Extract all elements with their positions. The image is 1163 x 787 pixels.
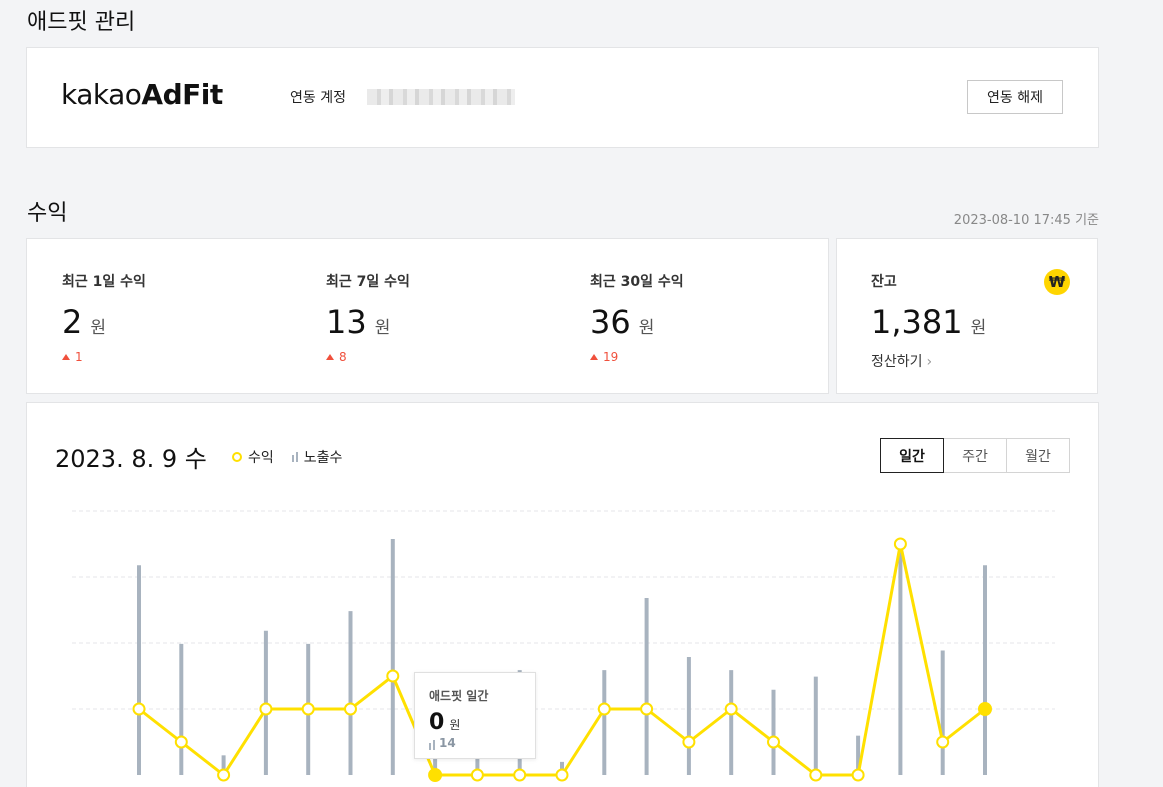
revenue-summary-card: 최근 1일 수익 2원 1 최근 7일 수익 13 원 8 최근 30일 수익 3… — [26, 238, 829, 394]
settle-link[interactable]: 정산하기 › — [871, 351, 986, 371]
page-title: 애드핏 관리 — [27, 10, 136, 35]
stat-delta: 1 — [75, 350, 83, 364]
revenue-point — [767, 735, 780, 749]
period-tabs: 일간 주간 월간 — [880, 438, 1070, 473]
settle-link-label: 정산하기 — [871, 354, 923, 370]
stat-label: 최근 7일 수익 — [326, 274, 410, 290]
up-arrow-icon — [326, 354, 334, 360]
revenue-point — [174, 735, 188, 749]
stat-delta: 19 — [603, 350, 619, 364]
revenue-point — [640, 702, 654, 716]
revenue-point — [555, 768, 569, 782]
balance-unit: 원 — [970, 318, 987, 338]
stat-unit: 원 — [90, 318, 106, 338]
stat-7day: 최근 7일 수익 13 원 8 — [326, 271, 410, 364]
won-icon: ₩ — [1044, 269, 1070, 295]
tooltip-title: 애드핏 일간 — [429, 689, 489, 703]
chart-tooltip: 애드핏 일간 0원 14 — [414, 672, 536, 759]
revenue-point — [597, 702, 611, 716]
revenue-point — [386, 669, 400, 683]
stat-label: 최근 30일 수익 — [590, 274, 684, 290]
legend-revenue: 수익 — [232, 447, 274, 467]
adfit-link-card: kakaoAdFit 연동 계정 연동 해제 — [26, 47, 1099, 148]
balance-value: 1,381 — [871, 303, 963, 341]
circle-icon — [232, 452, 242, 462]
tooltip-impressions: 14 — [439, 736, 456, 750]
stat-1day: 최근 1일 수익 2원 1 — [62, 271, 146, 364]
balance-stat: 잔고 1,381 원 정산하기 › — [871, 271, 986, 371]
kakao-adfit-logo: kakaoAdFit — [61, 78, 223, 111]
stat-value: 36 — [590, 303, 631, 341]
revenue-point — [301, 702, 315, 716]
bar-chart-icon — [429, 740, 435, 750]
linked-account-value-blurred — [367, 89, 515, 105]
up-arrow-icon — [62, 354, 70, 360]
unlink-button[interactable]: 연동 해제 — [967, 80, 1063, 114]
balance-card: 잔고 1,381 원 정산하기 › ₩ — [836, 238, 1098, 394]
legend-impressions: 노출수 — [291, 447, 343, 467]
stat-label: 최근 1일 수익 — [62, 274, 146, 290]
tab-daily[interactable]: 일간 — [880, 438, 944, 473]
bar-chart-icon — [291, 452, 298, 462]
chart-date: 2023. 8. 9 수 — [55, 445, 207, 473]
stat-value: 13 — [326, 303, 367, 341]
logo-adfit: AdFit — [141, 78, 223, 111]
up-arrow-icon — [590, 354, 598, 360]
linked-account-label: 연동 계정 — [290, 90, 346, 106]
revenue-point — [724, 702, 738, 716]
revenue-point — [344, 702, 357, 716]
chart-legend: 수익 노출수 — [232, 447, 342, 467]
stat-delta: 8 — [339, 350, 347, 364]
stat-unit: 원 — [638, 318, 655, 338]
tab-monthly[interactable]: 월간 — [1006, 438, 1070, 473]
basis-time: 2023-08-10 17:45 기준 — [953, 213, 1099, 228]
stat-30day: 최근 30일 수익 36 원 19 — [590, 271, 684, 364]
revenue-point — [682, 735, 696, 749]
stat-value: 2 — [62, 303, 83, 341]
revenue-point — [809, 768, 823, 782]
balance-label: 잔고 — [871, 274, 897, 290]
tooltip-value: 0 — [429, 710, 445, 735]
revenue-point — [470, 768, 484, 782]
revenue-point — [936, 735, 950, 749]
revenue-point — [217, 768, 231, 782]
tab-weekly[interactable]: 주간 — [943, 438, 1007, 473]
legend-revenue-label: 수익 — [248, 450, 274, 466]
revenue-point — [851, 768, 865, 782]
revenue-point — [428, 768, 443, 782]
revenue-section-title: 수익 — [27, 201, 68, 226]
logo-kakao: kakao — [61, 78, 142, 111]
revenue-point — [259, 702, 273, 716]
revenue-point — [513, 768, 527, 782]
revenue-point — [132, 702, 146, 716]
stat-unit: 원 — [374, 318, 391, 338]
revenue-point — [978, 702, 992, 716]
chevron-right-icon: › — [926, 354, 933, 370]
revenue-point — [893, 537, 907, 551]
legend-impressions-label: 노출수 — [303, 450, 343, 466]
chart-card: 2023. 8. 9 수 수익 노출수 일간 주간 월간 애드핏 일간 0원 1… — [26, 402, 1099, 787]
tooltip-unit: 원 — [449, 718, 461, 732]
